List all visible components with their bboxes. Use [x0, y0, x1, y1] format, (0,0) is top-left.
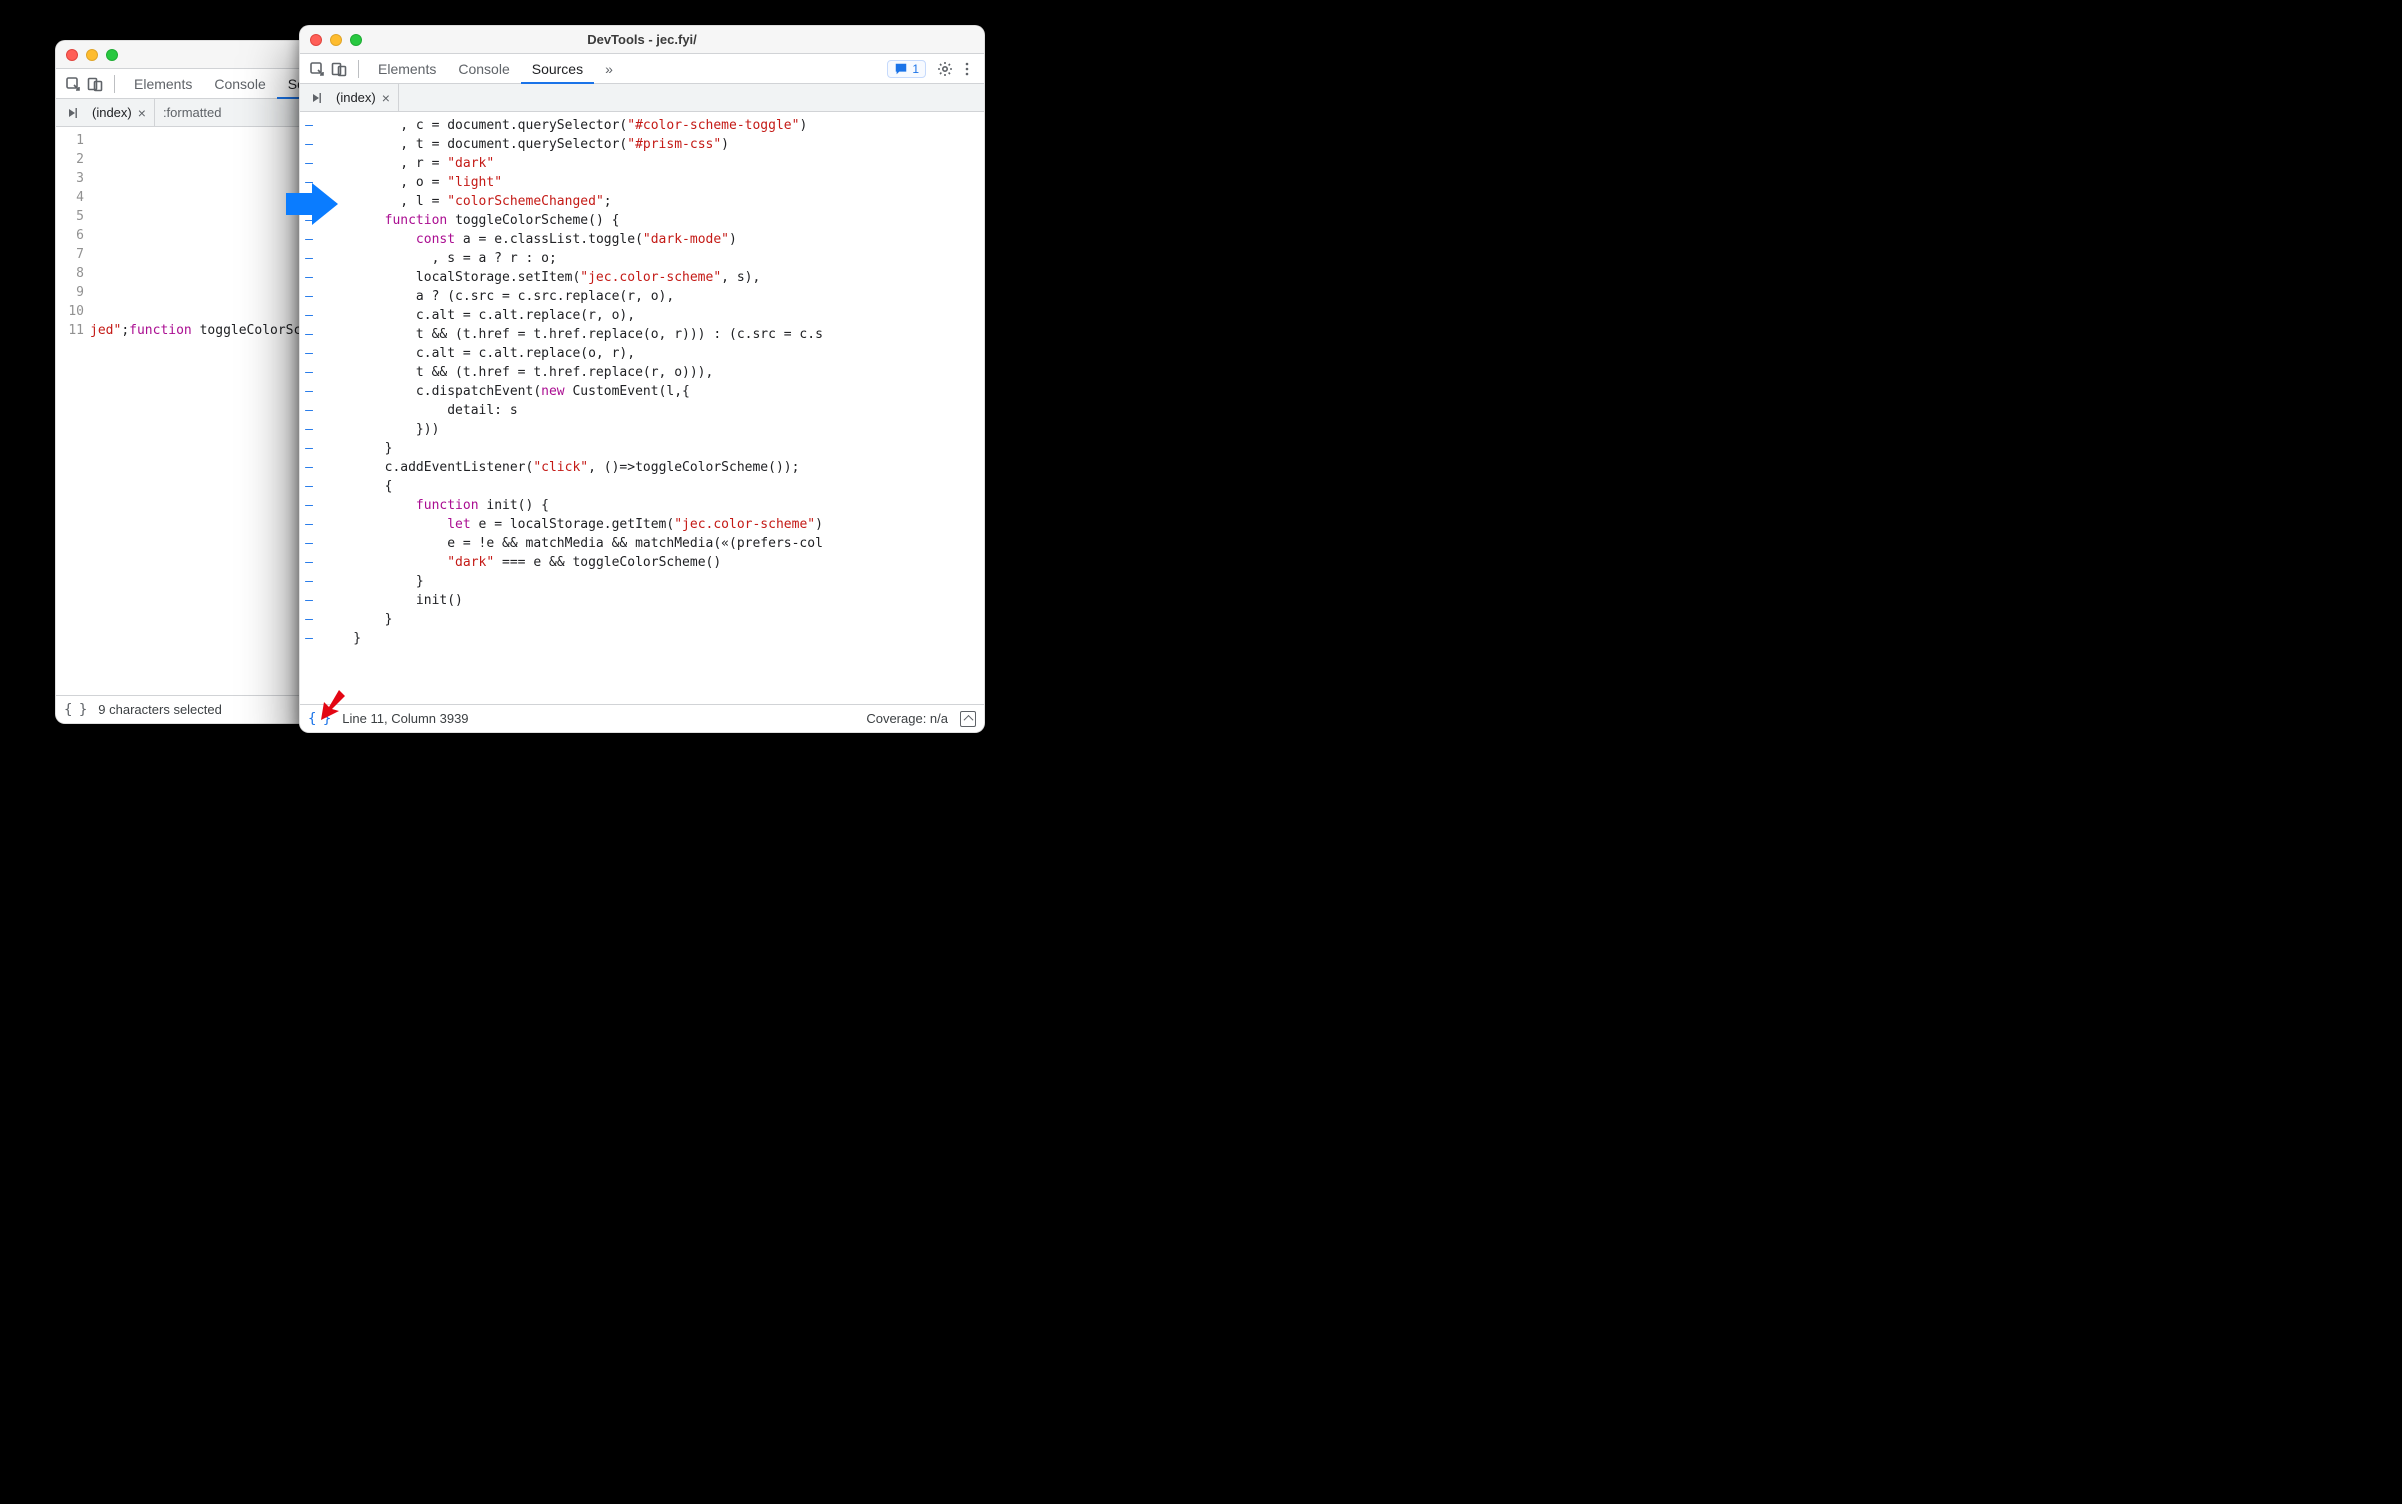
editor-tab-index[interactable]: (index) × [328, 84, 399, 111]
editor-tab-index[interactable]: (index) × [84, 99, 155, 126]
issues-count: 1 [912, 62, 919, 76]
minimize-window-icon[interactable] [86, 49, 98, 61]
editor-tab-label: (index) [92, 105, 132, 120]
code-content[interactable]: , c = document.querySelector("#color-sch… [322, 112, 984, 704]
tab-elements[interactable]: Elements [367, 54, 447, 84]
pretty-print-icon[interactable]: { } [308, 711, 330, 727]
issues-badge[interactable]: 1 [887, 60, 926, 78]
navigator-toggle-icon[interactable] [304, 86, 328, 110]
zoom-window-icon[interactable] [106, 49, 118, 61]
inspect-element-icon[interactable] [306, 58, 328, 80]
navigator-toggle-icon[interactable] [60, 101, 84, 125]
device-toolbar-icon[interactable] [84, 73, 106, 95]
zoom-window-icon[interactable] [350, 34, 362, 46]
tab-sources[interactable]: Sources [521, 54, 594, 84]
editor-tab-label: :formatted [163, 105, 222, 120]
close-window-icon[interactable] [66, 49, 78, 61]
close-window-icon[interactable] [310, 34, 322, 46]
tab-console[interactable]: Console [203, 69, 276, 99]
fold-gutter[interactable]: –––––––––––––––––––––––––––– [300, 112, 322, 704]
device-toolbar-icon[interactable] [328, 58, 350, 80]
code-editor[interactable]: –––––––––––––––––––––––––––– , c = docum… [300, 112, 984, 704]
line-number-gutter: 1234567891011 [56, 127, 90, 695]
tab-overflow-icon[interactable]: » [594, 54, 624, 84]
titlebar: DevTools - jec.fyi/ [300, 26, 984, 54]
status-bar: { } Line 11, Column 3939 Coverage: n/a [300, 704, 984, 732]
close-tab-icon[interactable]: × [138, 105, 146, 121]
devtools-window-right: DevTools - jec.fyi/ Elements Console Sou… [299, 25, 985, 733]
editor-tab-formatted[interactable]: :formatted [155, 99, 230, 126]
editor-tab-label: (index) [336, 90, 376, 105]
status-cursor: Line 11, Column 3939 [342, 711, 468, 726]
minimize-window-icon[interactable] [330, 34, 342, 46]
close-tab-icon[interactable]: × [382, 90, 390, 106]
tab-console[interactable]: Console [447, 54, 520, 84]
editor-tab-bar: (index) × [300, 84, 984, 112]
tab-elements[interactable]: Elements [123, 69, 203, 99]
settings-icon[interactable] [934, 58, 956, 80]
status-selection: 9 characters selected [98, 702, 222, 717]
show-drawer-icon[interactable] [960, 711, 976, 727]
pretty-print-icon[interactable]: { } [64, 702, 86, 718]
window-title: DevTools - jec.fyi/ [300, 32, 984, 47]
devtools-main-toolbar: Elements Console Sources » 1 [300, 54, 984, 84]
kebab-menu-icon[interactable] [956, 58, 978, 80]
status-coverage: Coverage: n/a [866, 711, 948, 726]
inspect-element-icon[interactable] [62, 73, 84, 95]
